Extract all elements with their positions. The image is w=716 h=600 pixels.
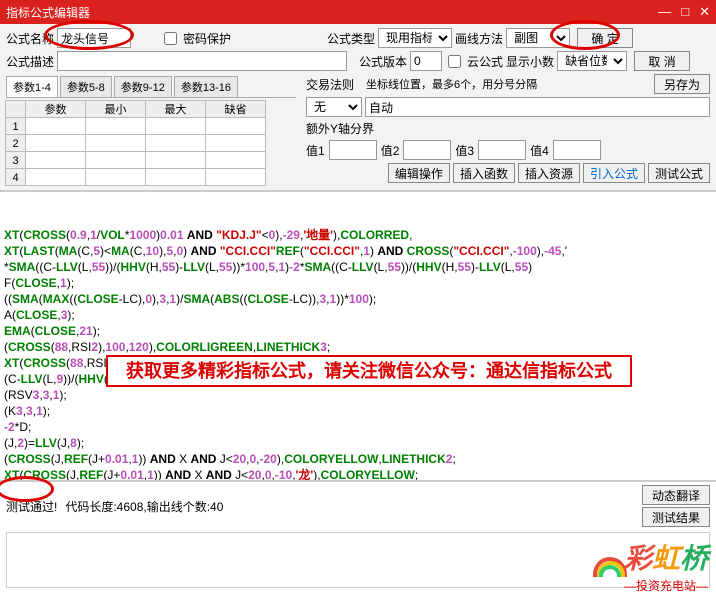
code-line: (CROSS(J,REF(J+0.01,1)) AND X AND J<20,0… — [4, 451, 712, 467]
param-tabs: 参数1-4 参数5-8 参数9-12 参数13-16 — [6, 76, 296, 98]
code-line: (RSV3,3,1); — [4, 387, 712, 403]
insert-function-button[interactable]: 插入函数 — [453, 163, 515, 183]
title-bar: 指标公式编辑器 — □ ✕ — [0, 0, 716, 24]
dynamic-translate-button[interactable]: 动态翻译 — [642, 485, 710, 505]
version-input[interactable] — [410, 51, 442, 71]
type-select[interactable]: 现用指标 — [378, 28, 452, 48]
password-label: 密码保护 — [183, 30, 231, 47]
tab-params-9-12[interactable]: 参数9-12 — [114, 76, 172, 97]
code-line: ((SMA(MAX((CLOSE-LC),0),3,1)/SMA(ABS((CL… — [4, 291, 712, 307]
code-line: (K3,3,1); — [4, 403, 712, 419]
code-line: (CROSS(88,RSI2),100,120),COLORLIGREEN,LI… — [4, 339, 712, 355]
test-pass-text: 测试通过! — [6, 498, 57, 515]
code-line: -2*D; — [4, 419, 712, 435]
tab-params-13-16[interactable]: 参数13-16 — [174, 76, 238, 97]
name-label: 公式名称 — [6, 30, 54, 47]
val3-input[interactable] — [478, 140, 526, 160]
minimize-icon[interactable]: — — [658, 4, 671, 20]
cancel-button[interactable]: 取 消 — [634, 51, 690, 71]
ok-button[interactable]: 确 定 — [577, 28, 633, 48]
import-formula-button[interactable]: 引入公式 — [583, 163, 645, 183]
code-line: XT(CROSS(J,REF(J+0.01,1)) AND X AND J<20… — [4, 467, 712, 481]
param-grid[interactable]: 参数最小最大缺省 1 2 3 4 — [6, 101, 296, 186]
window-controls: — □ ✕ — [658, 4, 710, 20]
coord-label: 坐标线位置，最多6个，用分号分隔 — [366, 76, 537, 92]
tab-params-1-4[interactable]: 参数1-4 — [6, 76, 58, 97]
code-line: (J,2)=LLV(J,8); — [4, 435, 712, 451]
rule-select[interactable]: 无 — [306, 97, 362, 117]
code-line: XT(LAST(MA(C,5)<MA(C,10),5,0) AND "CCI.C… — [4, 243, 712, 259]
code-line: EMA(CLOSE,21); — [4, 323, 712, 339]
extra-y-values: 值1 值2 值3 值4 — [306, 140, 710, 160]
promo-banner: 获取更多精彩指标公式，请关注微信公众号：通达信指标公式 — [106, 355, 632, 387]
insert-resource-button[interactable]: 插入资源 — [518, 163, 580, 183]
extray-label: 额外Y轴分界 — [306, 120, 374, 137]
saveas-button[interactable]: 另存为 — [654, 74, 710, 94]
name-input[interactable] — [57, 28, 131, 48]
code-line: XT(CROSS(0.9,1/VOL*1000)0.01 AND "KDJ.J"… — [4, 227, 712, 243]
test-formula-button[interactable]: 测试公式 — [648, 163, 710, 183]
form-panel: 公式名称 密码保护 公式类型 现用指标 画线方法 副图 确 定 公式描述 公式版… — [0, 24, 716, 191]
drawmode-label: 画线方法 — [455, 30, 503, 47]
desc-label: 公式描述 — [6, 53, 54, 70]
coord-input[interactable] — [365, 97, 710, 117]
maximize-icon[interactable]: □ — [681, 4, 689, 20]
code-line: F(CLOSE,1); — [4, 275, 712, 291]
status-bar: 测试通过! 代码长度:4608,输出线个数:40 动态翻译 测试结果 — [0, 481, 716, 530]
password-checkbox[interactable] — [164, 32, 177, 45]
close-icon[interactable]: ✕ — [699, 4, 710, 20]
val2-input[interactable] — [403, 140, 451, 160]
val1-input[interactable] — [329, 140, 377, 160]
val4-input[interactable] — [553, 140, 601, 160]
test-result-button[interactable]: 测试结果 — [642, 507, 710, 527]
watermark-logo: 彩虹桥 —投资充电站— — [593, 537, 708, 594]
code-line: A(CLOSE,3); — [4, 307, 712, 323]
cloud-label: 云公式 — [467, 53, 503, 70]
rule-label: 交易法则 — [306, 76, 354, 93]
desc-input[interactable] — [57, 51, 347, 71]
window-title: 指标公式编辑器 — [6, 4, 90, 21]
decimal-label: 显示小数 — [506, 53, 554, 70]
tab-params-5-8[interactable]: 参数5-8 — [60, 76, 112, 97]
code-editor[interactable]: 获取更多精彩指标公式，请关注微信公众号：通达信指标公式 XT(CROSS(0.9… — [0, 191, 716, 481]
version-label: 公式版本 — [359, 53, 407, 70]
type-label: 公式类型 — [327, 30, 375, 47]
code-line: *SMA((C-LLV(L,55))/(HHV(H,55)-LLV(L,55))… — [4, 259, 712, 275]
code-info-text: 代码长度:4608,输出线个数:40 — [65, 498, 223, 515]
decimal-select[interactable]: 缺省位数 — [557, 51, 627, 71]
drawmode-select[interactable]: 副图 — [506, 28, 570, 48]
cloud-checkbox[interactable] — [448, 55, 461, 68]
edit-button[interactable]: 编辑操作 — [388, 163, 450, 183]
